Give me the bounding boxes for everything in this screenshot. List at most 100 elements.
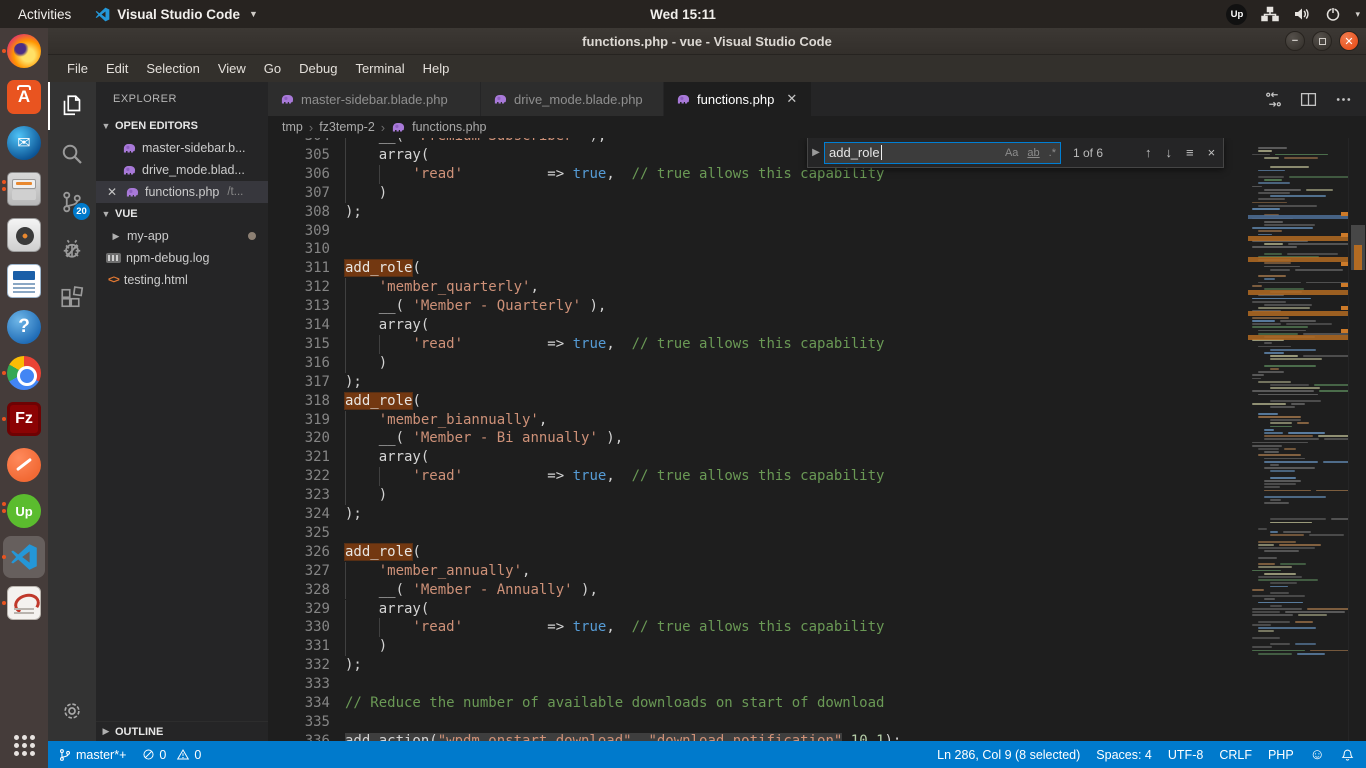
code-line[interactable]: array(: [345, 316, 429, 335]
code-line[interactable]: __( 'Member - Annually' ),: [345, 581, 598, 600]
dock-item-filezilla[interactable]: Fz: [0, 396, 48, 442]
code-line[interactable]: ): [345, 637, 387, 656]
power-icon[interactable]: [1325, 6, 1341, 22]
code-line[interactable]: );: [345, 373, 362, 392]
dock-item-vscode[interactable]: [0, 534, 48, 580]
system-menu-carat-icon[interactable]: ▾: [1355, 9, 1360, 20]
code-line[interactable]: 'read' => true, // true allows this capa…: [345, 165, 884, 184]
close-button[interactable]: ✕: [1339, 31, 1359, 51]
previous-match-icon[interactable]: ↑: [1145, 145, 1152, 160]
code-line[interactable]: add_role(: [345, 259, 421, 278]
code-line[interactable]: add_action("wpdm_onstart_download", "dow…: [345, 732, 901, 741]
show-applications-button[interactable]: [0, 730, 48, 760]
tree-item-my-app[interactable]: ▶ my-app: [96, 225, 268, 247]
upwork-tray-icon[interactable]: Up: [1226, 4, 1247, 25]
code-line[interactable]: __( 'Premium Subscriber' ),: [345, 138, 606, 146]
minimize-button[interactable]: −: [1285, 31, 1305, 51]
encoding-status[interactable]: UTF-8: [1160, 741, 1211, 768]
dock-item-upwork[interactable]: Up: [0, 488, 48, 534]
menu-go[interactable]: Go: [255, 57, 290, 80]
code-line[interactable]: add_role(: [345, 392, 421, 411]
git-branch-status[interactable]: master*+: [48, 741, 134, 768]
code-line[interactable]: );: [345, 656, 362, 675]
find-input[interactable]: add_role Aa ab .*: [824, 142, 1061, 164]
code-line[interactable]: __( 'Member - Bi annually' ),: [345, 429, 623, 448]
tab-functions-php[interactable]: functions.php ✕: [664, 82, 812, 116]
open-editors-header[interactable]: ▼ OPEN EDITORS: [96, 115, 268, 137]
code-line[interactable]: array(: [345, 146, 429, 165]
whole-word-icon[interactable]: ab: [1027, 147, 1039, 159]
activity-debug[interactable]: [48, 226, 96, 274]
minimap[interactable]: [1248, 138, 1348, 741]
activity-explorer[interactable]: [48, 82, 96, 130]
code-line[interactable]: 'read' => true, // true allows this capa…: [345, 467, 884, 486]
manage-button[interactable]: [48, 693, 96, 729]
menu-selection[interactable]: Selection: [137, 57, 208, 80]
open-changes-icon[interactable]: [1265, 91, 1282, 108]
breadcrumb-tmp[interactable]: tmp: [282, 120, 303, 134]
language-mode-status[interactable]: PHP: [1260, 741, 1302, 768]
indentation-status[interactable]: Spaces: 4: [1088, 741, 1160, 768]
code-line[interactable]: __( 'Member - Quarterly' ),: [345, 297, 606, 316]
menu-terminal[interactable]: Terminal: [346, 57, 413, 80]
menu-help[interactable]: Help: [414, 57, 459, 80]
open-editor-item-active[interactable]: ✕ functions.php /t...: [96, 181, 268, 203]
code-line[interactable]: ): [345, 486, 387, 505]
open-editor-item[interactable]: master-sidebar.b...: [96, 137, 268, 159]
more-actions-icon[interactable]: [1335, 91, 1352, 108]
app-menu[interactable]: Visual Studio Code ▼: [85, 7, 268, 22]
code-line[interactable]: 'member_annually',: [345, 562, 530, 581]
network-icon[interactable]: [1261, 6, 1279, 22]
volume-icon[interactable]: [1293, 6, 1311, 22]
menu-view[interactable]: View: [209, 57, 255, 80]
close-icon[interactable]: ✕: [104, 185, 120, 199]
code-line[interactable]: 'member_quarterly',: [345, 278, 539, 297]
clock[interactable]: Wed 15:11: [650, 7, 716, 22]
code-line[interactable]: );: [345, 505, 362, 524]
code-line[interactable]: add_role(: [345, 543, 421, 562]
tree-item-testing-html[interactable]: <> testing.html: [96, 269, 268, 291]
close-find-icon[interactable]: ×: [1208, 145, 1216, 160]
find-expand-icon[interactable]: ▶: [808, 147, 824, 158]
dock-item-help[interactable]: ?: [0, 304, 48, 350]
code-line[interactable]: // Reduce the number of available downlo…: [345, 694, 884, 713]
activities-button[interactable]: Activities: [0, 0, 85, 28]
code-content[interactable]: __( 'Premium Subscriber' ), array( 'read…: [268, 138, 1248, 741]
code-line[interactable]: ): [345, 354, 387, 373]
window-title-bar[interactable]: functions.php - vue - Visual Studio Code…: [48, 28, 1366, 55]
eol-status[interactable]: CRLF: [1211, 741, 1260, 768]
split-editor-icon[interactable]: [1300, 91, 1317, 108]
dock-item-rhythmbox[interactable]: [0, 212, 48, 258]
dock-item-libreoffice-writer[interactable]: [0, 258, 48, 304]
activity-search[interactable]: [48, 130, 96, 178]
dock-item-document-viewer[interactable]: [0, 580, 48, 626]
code-line[interactable]: 'read' => true, // true allows this capa…: [345, 335, 884, 354]
dock-item-files[interactable]: [0, 166, 48, 212]
code-editor[interactable]: 3043053063073083093103113123133143153163…: [268, 138, 1366, 741]
menu-debug[interactable]: Debug: [290, 57, 346, 80]
menu-file[interactable]: File: [58, 57, 97, 80]
code-line[interactable]: 'read' => true, // true allows this capa…: [345, 618, 884, 637]
maximize-button[interactable]: [1312, 31, 1332, 51]
match-case-icon[interactable]: Aa: [1005, 147, 1018, 159]
vertical-scrollbar[interactable]: [1348, 138, 1366, 741]
open-editor-item[interactable]: drive_mode.blad...: [96, 159, 268, 181]
tree-item-npm-debug-log[interactable]: npm-debug.log: [96, 247, 268, 269]
notifications-bell-icon[interactable]: [1333, 741, 1366, 768]
find-in-selection-icon[interactable]: ≡: [1186, 145, 1194, 160]
project-section-header[interactable]: ▼ VUE: [96, 203, 268, 225]
cursor-position-status[interactable]: Ln 286, Col 9 (8 selected): [929, 741, 1088, 768]
dock-item-firefox[interactable]: [0, 28, 48, 74]
problems-status[interactable]: 0 0: [134, 741, 209, 768]
scrollbar-thumb[interactable]: [1351, 225, 1365, 270]
regex-icon[interactable]: .*: [1049, 147, 1056, 159]
activity-extensions[interactable]: [48, 274, 96, 322]
dock-item-ubuntu-software[interactable]: A: [0, 74, 48, 120]
tab-master-sidebar[interactable]: master-sidebar.blade.php: [268, 82, 481, 116]
close-icon[interactable]: ✕: [786, 91, 797, 107]
breadcrumb-functions-php[interactable]: functions.php: [412, 120, 486, 134]
outline-section-header[interactable]: ▶ OUTLINE: [96, 721, 268, 741]
feedback-smiley-icon[interactable]: ☺: [1302, 741, 1333, 768]
code-line[interactable]: array(: [345, 448, 429, 467]
dock-item-thunderbird[interactable]: [0, 120, 48, 166]
